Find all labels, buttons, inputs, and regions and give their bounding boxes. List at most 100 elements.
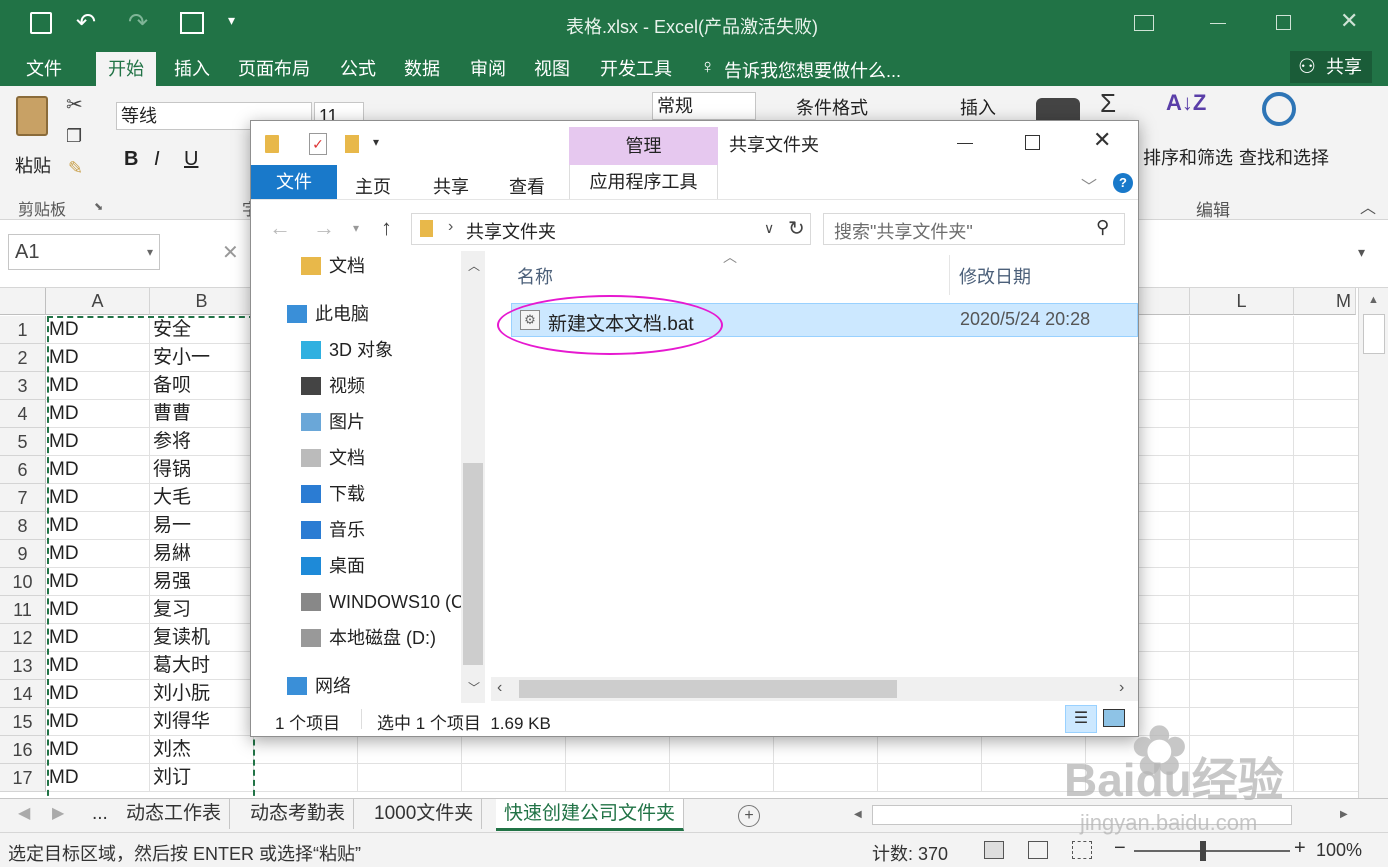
nav-item[interactable]: 音乐 <box>301 515 459 545</box>
row-header[interactable]: 14 <box>0 680 46 708</box>
vertical-scrollbar[interactable]: ▲ <box>1358 288 1388 798</box>
explorer-tab-home[interactable]: 主页 <box>355 173 391 199</box>
normal-view-icon[interactable] <box>984 841 1004 859</box>
column-header[interactable]: L <box>1190 288 1294 315</box>
ribbon-display-icon[interactable] <box>1134 15 1154 31</box>
cell-empty[interactable] <box>774 764 878 792</box>
minimize-icon[interactable] <box>957 143 973 144</box>
maximize-icon[interactable] <box>1276 15 1291 30</box>
cell-empty[interactable] <box>1190 596 1294 624</box>
sort-filter-button[interactable]: 排序和筛选 <box>1143 144 1233 170</box>
scroll-thumb[interactable] <box>1363 314 1385 354</box>
scroll-right-icon[interactable]: ▶ <box>52 803 64 823</box>
cell-empty[interactable] <box>1190 708 1294 736</box>
tab-page-layout[interactable]: 页面布局 <box>226 52 322 86</box>
cancel-formula-icon[interactable]: ✕ <box>222 240 239 265</box>
properties-icon[interactable]: ✓ <box>309 133 327 155</box>
nav-item[interactable]: 网络 <box>287 671 459 701</box>
row-header[interactable]: 4 <box>0 400 46 428</box>
save-icon[interactable] <box>30 12 52 34</box>
page-layout-view-icon[interactable] <box>1028 841 1048 859</box>
conditional-format-button[interactable]: 条件格式 <box>796 94 868 120</box>
nav-item[interactable]: 视频 <box>301 371 459 401</box>
cell-empty[interactable] <box>1190 764 1294 792</box>
row-header[interactable]: 8 <box>0 512 46 540</box>
bold-button[interactable]: B <box>124 148 138 171</box>
breadcrumb[interactable]: 共享文件夹 <box>466 218 556 244</box>
cell-empty[interactable] <box>1190 568 1294 596</box>
underline-button[interactable]: U <box>184 148 198 171</box>
nav-item[interactable]: 图片 <box>301 407 459 437</box>
cell-empty[interactable] <box>462 736 566 764</box>
row-header[interactable]: 15 <box>0 708 46 736</box>
nav-item[interactable]: 文档 <box>301 251 459 281</box>
row-header[interactable]: 6 <box>0 456 46 484</box>
zoom-out-icon[interactable]: − <box>1114 837 1126 860</box>
refresh-icon[interactable]: ↻ <box>788 216 805 241</box>
expand-formula-icon[interactable]: ▾ <box>1358 244 1365 261</box>
tab-home[interactable]: 开始 <box>96 52 156 86</box>
close-icon[interactable]: ✕ <box>1093 127 1111 153</box>
customize-toolbar-icon[interactable]: ▾ <box>228 12 235 29</box>
horizontal-scrollbar[interactable]: ‹ › <box>491 677 1138 701</box>
insert-cells-button[interactable]: 插入 <box>960 94 996 120</box>
nav-scrollbar[interactable]: ︿ ﹀ <box>461 251 485 703</box>
cell-empty[interactable] <box>1190 484 1294 512</box>
horizontal-scrollbar[interactable] <box>872 805 1292 825</box>
cell-empty[interactable] <box>1190 540 1294 568</box>
zoom-thumb[interactable] <box>1200 841 1206 861</box>
copy-icon[interactable]: ❐ <box>66 126 82 147</box>
cell-empty[interactable] <box>982 736 1086 764</box>
manage-contextual-tab[interactable]: 管理 <box>569 127 718 165</box>
row-header[interactable]: 3 <box>0 372 46 400</box>
scroll-right-icon[interactable]: › <box>1119 679 1124 697</box>
explorer-tab-file[interactable]: 文件 <box>251 165 337 199</box>
close-icon[interactable]: ✕ <box>1340 8 1358 34</box>
app-tools-tab[interactable]: 应用程序工具 <box>569 165 718 199</box>
cell-empty[interactable] <box>1086 764 1190 792</box>
row-header[interactable]: 10 <box>0 568 46 596</box>
scroll-left-icon[interactable]: ◀ <box>18 803 30 823</box>
h-scroll-right-icon[interactable]: ▶ <box>1340 809 1348 820</box>
maximize-icon[interactable] <box>1025 135 1040 150</box>
forward-icon[interactable]: → <box>313 215 335 241</box>
back-icon[interactable]: ← <box>269 215 291 241</box>
row-header[interactable]: 12 <box>0 624 46 652</box>
row-header[interactable]: 16 <box>0 736 46 764</box>
column-header[interactable]: A <box>46 288 150 315</box>
cell-empty[interactable] <box>358 736 462 764</box>
cell-empty[interactable] <box>1190 400 1294 428</box>
scroll-left-icon[interactable]: ‹ <box>497 679 502 697</box>
nav-item[interactable]: 文档 <box>301 443 459 473</box>
cell-empty[interactable] <box>1190 624 1294 652</box>
row-header[interactable]: 2 <box>0 344 46 372</box>
cell-empty[interactable] <box>670 764 774 792</box>
cell-empty[interactable] <box>254 736 358 764</box>
cell-empty[interactable] <box>982 764 1086 792</box>
explorer-tab-share[interactable]: 共享 <box>433 173 469 199</box>
paste-button[interactable]: 粘贴 <box>12 96 56 176</box>
large-icons-view-icon[interactable] <box>1103 709 1125 727</box>
cell-empty[interactable] <box>462 764 566 792</box>
row-header[interactable]: 13 <box>0 652 46 680</box>
dialog-launcher-icon[interactable]: ⬊ <box>94 200 103 213</box>
tab-review[interactable]: 审阅 <box>458 52 518 86</box>
tab-view[interactable]: 视图 <box>522 52 582 86</box>
undo-icon[interactable]: ↶ <box>76 8 96 37</box>
cell-empty[interactable] <box>1190 428 1294 456</box>
cell-empty[interactable] <box>1190 456 1294 484</box>
select-all-corner[interactable] <box>0 288 46 315</box>
nav-item[interactable]: 桌面 <box>301 551 459 581</box>
cell-empty[interactable] <box>1190 316 1294 344</box>
scroll-thumb[interactable] <box>519 680 897 698</box>
italic-button[interactable]: I <box>154 148 160 171</box>
details-view-icon[interactable]: ☰ <box>1065 705 1097 733</box>
cell-empty[interactable] <box>1190 652 1294 680</box>
column-header-name[interactable]: 名称 <box>517 263 553 289</box>
recent-dropdown-icon[interactable]: ▾ <box>353 221 359 235</box>
chevron-down-icon[interactable]: ∨ <box>764 220 774 237</box>
zoom-slider[interactable] <box>1134 850 1290 852</box>
row-header[interactable]: 17 <box>0 764 46 792</box>
help-icon[interactable]: ? <box>1113 173 1133 193</box>
sheet-tab-active[interactable]: 快速创建公司文件夹 <box>496 799 685 831</box>
